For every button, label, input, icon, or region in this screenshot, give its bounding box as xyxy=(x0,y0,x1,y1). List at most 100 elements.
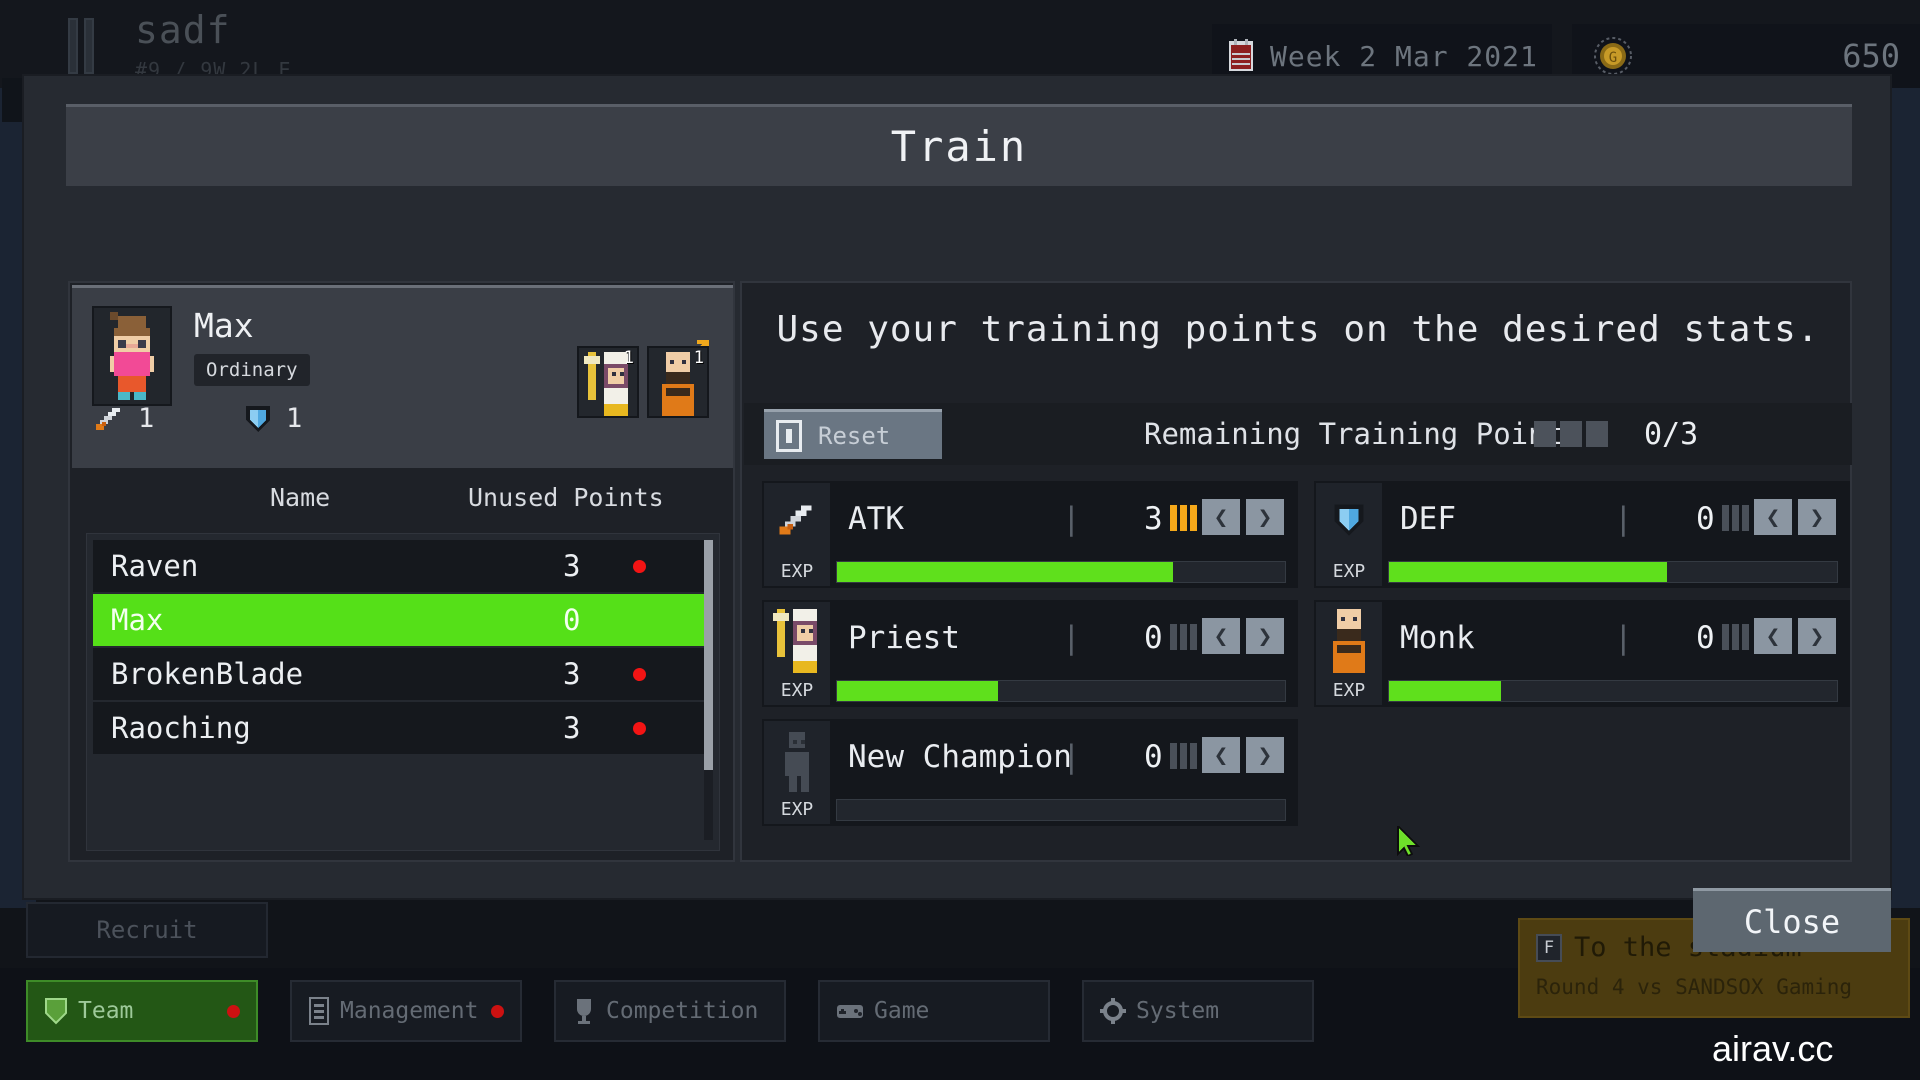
roster-row-points: 3 xyxy=(563,711,581,745)
stat-icon-priest xyxy=(764,602,830,676)
stat-exp-track-atk xyxy=(836,561,1286,583)
column-header-name: Name xyxy=(270,482,331,512)
stat-icon-atk xyxy=(764,483,830,557)
nav-button-management[interactable]: Management xyxy=(290,980,522,1042)
table-row[interactable]: Max 0 xyxy=(93,594,713,646)
character-def-stat: 1 xyxy=(244,403,302,434)
stat-decrease-button-def[interactable]: ❮ xyxy=(1754,499,1792,535)
stat-decrease-button-atk[interactable]: ❮ xyxy=(1202,499,1240,535)
stat-value-priest: 0 xyxy=(1144,620,1163,656)
empty-slot-icon xyxy=(769,724,825,792)
reset-icon xyxy=(776,419,802,452)
team-logo-icon xyxy=(68,18,102,74)
modal-title-bar: Train xyxy=(66,104,1852,186)
stat-exp-label-def: EXP xyxy=(1316,557,1382,586)
gamepad-icon xyxy=(837,1005,863,1018)
date-text: Week 2 Mar 2021 xyxy=(1270,39,1538,73)
stat-decrease-button-monk[interactable]: ❮ xyxy=(1754,618,1792,654)
roster-row-alert-dot xyxy=(633,559,646,573)
stat-pips-def xyxy=(1722,505,1749,531)
nav-label-management: Management xyxy=(340,998,479,1024)
nav-button-competition[interactable]: Competition xyxy=(554,980,786,1042)
stat-name-new-champion: New Champion xyxy=(848,739,1072,775)
stat-name-atk: ATK xyxy=(848,501,904,537)
close-button[interactable]: Close xyxy=(1693,888,1891,952)
stat-pips-monk xyxy=(1722,624,1749,650)
remaining-points-value: 0/3 xyxy=(1644,417,1699,452)
reset-button[interactable]: Reset xyxy=(764,409,942,459)
roster-list: Raven 3 Max 0 BrokenBlade 3 Raoching 3 xyxy=(86,533,720,851)
character-def-value: 1 xyxy=(286,403,303,434)
stat-exp-track-monk xyxy=(1388,680,1838,702)
stat-increase-button-priest[interactable]: ❯ xyxy=(1246,618,1284,654)
roster-row-name: Raoching xyxy=(111,711,251,745)
priest-portrait-icon xyxy=(769,605,825,673)
roster-row-points: 0 xyxy=(563,603,581,637)
stat-value-atk: 3 xyxy=(1144,501,1163,537)
nav-button-team[interactable]: Team xyxy=(26,980,258,1042)
table-row[interactable]: BrokenBlade 3 xyxy=(93,648,713,700)
stat-exp-fill-atk xyxy=(837,562,1173,582)
stadium-hotkey-badge: F xyxy=(1536,933,1562,962)
stat-exp-label-atk: EXP xyxy=(764,557,830,586)
character-role-slot-monk[interactable]: 1 xyxy=(647,346,709,418)
document-icon xyxy=(309,997,329,1025)
gear-icon xyxy=(1100,998,1126,1024)
character-rarity-tag: Ordinary xyxy=(194,354,310,386)
nav-alert-dot-management xyxy=(491,1004,504,1018)
stat-separator: | xyxy=(1062,620,1081,656)
page-title: Train xyxy=(890,122,1028,171)
role-level-priest: 1 xyxy=(623,348,634,368)
recruit-button[interactable]: Recruit xyxy=(26,902,268,958)
training-panel: Use your training points on the desired … xyxy=(740,281,1852,862)
stat-decrease-button-priest[interactable]: ❮ xyxy=(1202,618,1240,654)
sword-icon xyxy=(96,407,120,430)
roster-row-name: Max xyxy=(111,603,164,637)
svg-text:G: G xyxy=(1609,50,1617,66)
nav-button-system[interactable]: System xyxy=(1082,980,1314,1042)
table-row[interactable]: Raven 3 xyxy=(93,540,713,592)
nav-label-competition: Competition xyxy=(606,998,759,1024)
monk-portrait-icon xyxy=(1321,605,1377,673)
table-row[interactable]: Raoching 3 xyxy=(93,702,713,754)
stat-exp-fill-monk xyxy=(1389,681,1501,701)
stat-exp-track-def xyxy=(1388,561,1838,583)
mouse-cursor xyxy=(1396,823,1422,860)
character-atk-stat: 1 xyxy=(94,403,154,434)
stat-exp-track-priest xyxy=(836,680,1286,702)
stat-increase-button-new-champion[interactable]: ❯ xyxy=(1246,737,1284,773)
column-header-unused-points: Unused Points xyxy=(468,482,664,512)
stat-increase-button-def[interactable]: ❯ xyxy=(1798,499,1836,535)
role-level-monk: 1 xyxy=(693,348,704,368)
remaining-points-label: Remaining Training Points xyxy=(1144,417,1581,451)
trophy-icon xyxy=(577,999,591,1024)
character-atk-value: 1 xyxy=(138,403,155,434)
stat-exp-label-priest: EXP xyxy=(764,676,830,705)
roster-column-headers: Name Unused Points xyxy=(72,468,733,526)
character-portrait xyxy=(92,306,172,406)
gold-coin-icon: G xyxy=(1594,37,1632,75)
nav-alert-dot-team xyxy=(227,1004,240,1018)
stat-exp-label-monk: EXP xyxy=(1316,676,1382,705)
shield-icon xyxy=(1334,504,1364,536)
nav-label-team: Team xyxy=(78,998,134,1024)
training-headline: Use your training points on the desired … xyxy=(776,309,1820,350)
character-role-slot-priest[interactable]: 1 xyxy=(577,346,639,418)
stat-separator: | xyxy=(1614,620,1633,656)
stadium-subtitle: Round 4 vs SANDSOX Gaming xyxy=(1536,975,1853,999)
stat-icon-monk xyxy=(1316,602,1382,676)
shield-icon xyxy=(246,405,270,432)
remaining-points-pips xyxy=(1534,421,1608,447)
train-modal: Train Max Ordinary 1 1 1 1 Name Unused P… xyxy=(22,74,1892,952)
roster-row-alert-dot xyxy=(633,667,646,681)
stat-tile-new-champion: New Champion | 0 ❮ ❯ EXP xyxy=(762,719,1298,826)
roster-row-points: 3 xyxy=(563,549,581,583)
nav-button-game[interactable]: Game xyxy=(818,980,1050,1042)
stat-increase-button-atk[interactable]: ❯ xyxy=(1246,499,1284,535)
stat-name-priest: Priest xyxy=(848,620,960,656)
roster-scrollbar[interactable] xyxy=(704,540,713,840)
stat-decrease-button-new-champion[interactable]: ❮ xyxy=(1202,737,1240,773)
stat-tile-def: DEF | 0 ❮ ❯ EXP xyxy=(1314,481,1850,588)
stat-increase-button-monk[interactable]: ❯ xyxy=(1798,618,1836,654)
calendar-icon xyxy=(1229,39,1253,71)
